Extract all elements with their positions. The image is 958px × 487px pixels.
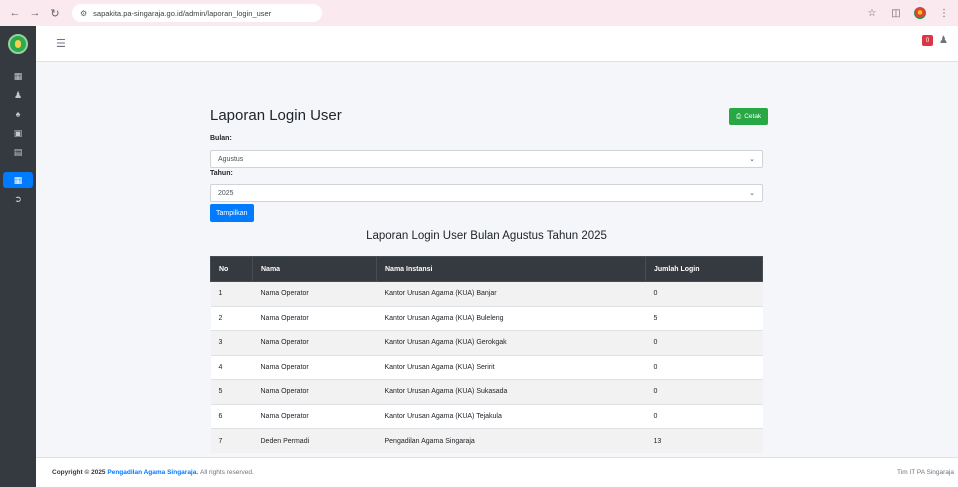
month-select[interactable]: Agustus ⌄ [210,150,763,168]
cell-jumlah-login: 13 [645,428,763,453]
sidebar: ▦ ♟ ♠ ▣ ▤ ▦ ➲ [0,26,36,487]
rights-text: All rights reserved. [199,469,254,476]
sidebar-item-users[interactable]: ♟ [3,87,33,103]
main-content: Laporan Login User ⎙ Cetak Bulan: Agustu… [36,62,958,457]
clipboard-icon: ▣ [13,127,23,138]
sidebar-item-dashboard[interactable]: ▦ [3,68,33,84]
site-info-icon[interactable]: ⚙ [80,9,87,18]
report-title: Laporan Login User Bulan Agustus Tahun 2… [366,230,607,242]
column-header-nama: Nama [252,256,377,282]
user-tag-icon: ♠ [15,109,21,119]
cell-nama: Nama Operator [252,354,377,380]
cell-nama: Nama Operator [252,281,377,306]
copyright-text: Copyright © 2025 [52,469,106,476]
back-arrow-icon[interactable]: ← [8,6,22,20]
print-button[interactable]: ⎙ Cetak [729,108,769,125]
cell-instansi: Kantor Urusan Agama (KUA) Sukasada [376,379,646,404]
show-button[interactable]: Tampilkan [210,204,254,222]
cell-nama: Nama Operator [252,403,377,429]
cell-instansi: Pengadilan Agama Singaraja [376,428,646,453]
cell-nama: Nama Operator [252,379,377,404]
cell-no: 4 [210,354,253,380]
cell-nama: Deden Permadi [252,428,377,453]
column-header-no: No [210,256,253,282]
page-footer: Copyright © 2025 Pengadilan Agama Singar… [36,457,958,487]
app-logo[interactable] [8,34,28,54]
sign-out-icon: ➲ [14,193,22,204]
table-header-row: No Nama Nama Instansi Jumlah Login [210,256,763,282]
cell-instansi: Kantor Urusan Agama (KUA) Buleleng [376,305,646,331]
table-row: 4 Nama Operator Kantor Urusan Agama (KUA… [210,354,763,380]
sidebar-item-clipboard[interactable]: ▣ [3,125,33,141]
print-button-label: Cetak [744,113,762,120]
sidebar-item-report[interactable]: ▦ [3,172,33,188]
page-title: Laporan Login User [210,107,342,124]
table-row: 3 Nama Operator Kantor Urusan Agama (KUA… [210,330,763,355]
month-label: Bulan: [210,135,232,142]
cell-instansi: Kantor Urusan Agama (KUA) Tejakula [376,403,646,429]
cell-jumlah-login: 0 [645,403,763,429]
reload-icon[interactable]: ↻ [48,6,62,20]
cell-instansi: Kantor Urusan Agama (KUA) Gerokgak [376,330,646,355]
year-select-value: 2025 [218,189,234,197]
footer-credit: Tim IT PA Singaraja [897,469,954,476]
sidebar-item-user-group[interactable]: ♠ [3,106,33,122]
table-row: 5 Nama Operator Kantor Urusan Agama (KUA… [210,379,763,404]
column-header-jumlah-login: Jumlah Login [645,256,763,282]
month-select-value: Agustus [218,155,244,163]
url-text: sapakita.pa-singaraja.go.id/admin/lapora… [93,8,272,18]
forward-arrow-icon[interactable]: → [28,6,42,20]
table-icon: ▦ [13,174,23,185]
sidebar-item-database[interactable]: ▤ [3,144,33,160]
cell-jumlah-login: 0 [645,281,763,306]
database-icon: ▤ [13,146,23,157]
cell-jumlah-login: 0 [645,379,763,404]
cell-no: 2 [210,305,253,331]
cell-jumlah-login: 0 [645,330,763,355]
login-report-table: No Nama Nama Instansi Jumlah Login 1 Nam… [210,256,763,453]
table-row: 2 Nama Operator Kantor Urusan Agama (KUA… [210,305,763,331]
cell-no: 3 [210,330,253,355]
table-row: 1 Nama Operator Kantor Urusan Agama (KUA… [210,281,763,306]
cell-instansi: Kantor Urusan Agama (KUA) Banjar [376,281,646,306]
cell-nama: Nama Operator [252,305,377,331]
chevron-down-icon: ⌄ [749,190,755,197]
grid-icon: ▦ [13,70,23,81]
column-header-instansi: Nama Instansi [376,256,646,282]
menu-toggle-icon[interactable]: ☰ [56,37,66,50]
sidebar-item-logout[interactable]: ➲ [3,191,33,207]
user-menu-icon[interactable]: ♟ [939,35,948,46]
footer-org-link[interactable]: Pengadilan Agama Singaraja. [107,469,198,476]
cell-no: 1 [210,281,253,306]
user-icon: ♟ [13,89,23,100]
notification-badge[interactable]: 0 [922,35,933,46]
browser-menu-icon[interactable]: ⋮ [938,8,950,19]
cell-jumlah-login: 5 [645,305,763,331]
profile-avatar-icon[interactable] [914,7,926,19]
cell-no: 7 [210,428,253,453]
printer-icon: ⎙ [736,112,742,120]
address-bar[interactable]: ⚙ sapakita.pa-singaraja.go.id/admin/lapo… [72,4,322,22]
year-select[interactable]: 2025 ⌄ [210,184,763,202]
extensions-icon[interactable]: ◫ [890,8,902,19]
bookmark-star-icon[interactable]: ☆ [866,8,878,19]
browser-toolbar: ← → ↻ ⚙ sapakita.pa-singaraja.go.id/admi… [0,0,958,26]
cell-no: 5 [210,379,253,404]
cell-nama: Nama Operator [252,330,377,355]
cell-no: 6 [210,403,253,429]
year-label: Tahun: [210,170,233,177]
cell-jumlah-login: 0 [645,354,763,380]
table-row: 7 Deden Permadi Pengadilan Agama Singara… [210,428,763,453]
table-row: 6 Nama Operator Kantor Urusan Agama (KUA… [210,403,763,429]
chevron-down-icon: ⌄ [749,156,755,163]
cell-instansi: Kantor Urusan Agama (KUA) Seririt [376,354,646,380]
top-navbar: ☰ 0 ♟ [36,26,958,62]
